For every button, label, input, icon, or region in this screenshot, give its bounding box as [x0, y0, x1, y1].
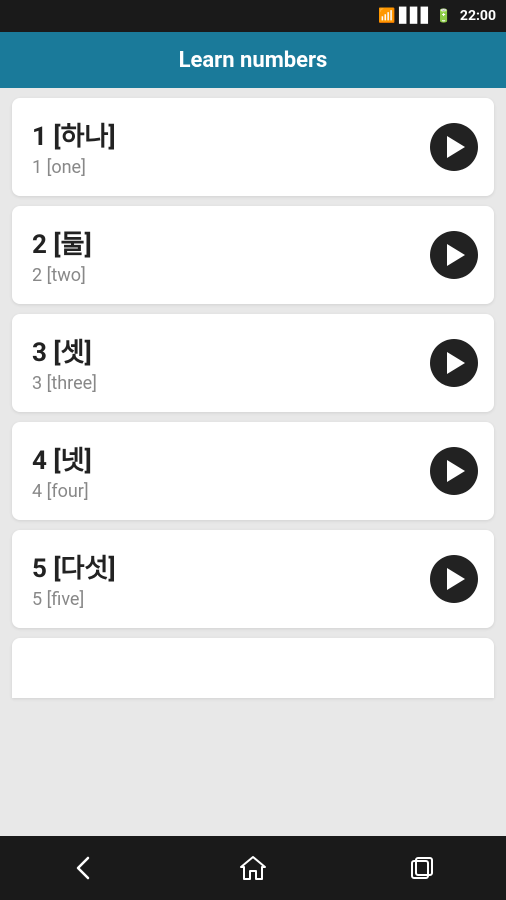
app-header: Learn numbers — [0, 32, 506, 88]
play-icon-3 — [447, 352, 465, 374]
recents-icon — [408, 854, 436, 882]
korean-text-1: 1 [하나] — [32, 116, 116, 153]
back-button[interactable] — [54, 846, 114, 890]
play-icon-4 — [447, 460, 465, 482]
play-icon-5 — [447, 568, 465, 590]
play-button-3[interactable] — [430, 339, 478, 387]
battery-icon: 🔋 — [436, 9, 452, 24]
wifi-icon: 📶 — [378, 8, 395, 24]
recents-button[interactable] — [392, 846, 452, 890]
status-bar-right: 📶 ▋▋▋ 🔋 22:00 — [378, 8, 496, 24]
list-item: 4 [넷] 4 [four] — [12, 422, 494, 520]
english-text-1: 1 [one] — [32, 157, 116, 178]
play-button-2[interactable] — [430, 231, 478, 279]
status-bar: 📶 ▋▋▋ 🔋 22:00 — [0, 0, 506, 32]
card-text-1: 1 [하나] 1 [one] — [32, 116, 116, 178]
english-text-3: 3 [three] — [32, 373, 97, 394]
card-text-3: 3 [셋] 3 [three] — [32, 332, 97, 394]
page-title: Learn numbers — [179, 48, 328, 73]
signal-icon: ▋▋▋ — [399, 8, 431, 24]
list-item: 1 [하나] 1 [one] — [12, 98, 494, 196]
list-item: 5 [다섯] 5 [five] — [12, 530, 494, 628]
time-display: 22:00 — [460, 8, 496, 24]
play-icon-2 — [447, 244, 465, 266]
card-text-4: 4 [넷] 4 [four] — [32, 440, 92, 502]
list-item: 2 [둘] 2 [two] — [12, 206, 494, 304]
bottom-nav — [0, 836, 506, 900]
english-text-4: 4 [four] — [32, 481, 92, 502]
list-item-partial — [12, 638, 494, 698]
card-text-5: 5 [다섯] 5 [five] — [32, 548, 116, 610]
home-button[interactable] — [223, 846, 283, 890]
list-item: 3 [셋] 3 [three] — [12, 314, 494, 412]
english-text-5: 5 [five] — [32, 589, 116, 610]
play-button-4[interactable] — [430, 447, 478, 495]
korean-text-2: 2 [둘] — [32, 224, 92, 261]
korean-text-3: 3 [셋] — [32, 332, 97, 369]
back-icon — [70, 854, 98, 882]
korean-text-5: 5 [다섯] — [32, 548, 116, 585]
play-button-1[interactable] — [430, 123, 478, 171]
play-button-5[interactable] — [430, 555, 478, 603]
card-text-2: 2 [둘] 2 [two] — [32, 224, 92, 286]
english-text-2: 2 [two] — [32, 265, 92, 286]
content-area: 1 [하나] 1 [one] 2 [둘] 2 [two] 3 [셋] 3 [th… — [0, 88, 506, 836]
play-icon-1 — [447, 136, 465, 158]
korean-text-4: 4 [넷] — [32, 440, 92, 477]
home-icon — [239, 854, 267, 882]
